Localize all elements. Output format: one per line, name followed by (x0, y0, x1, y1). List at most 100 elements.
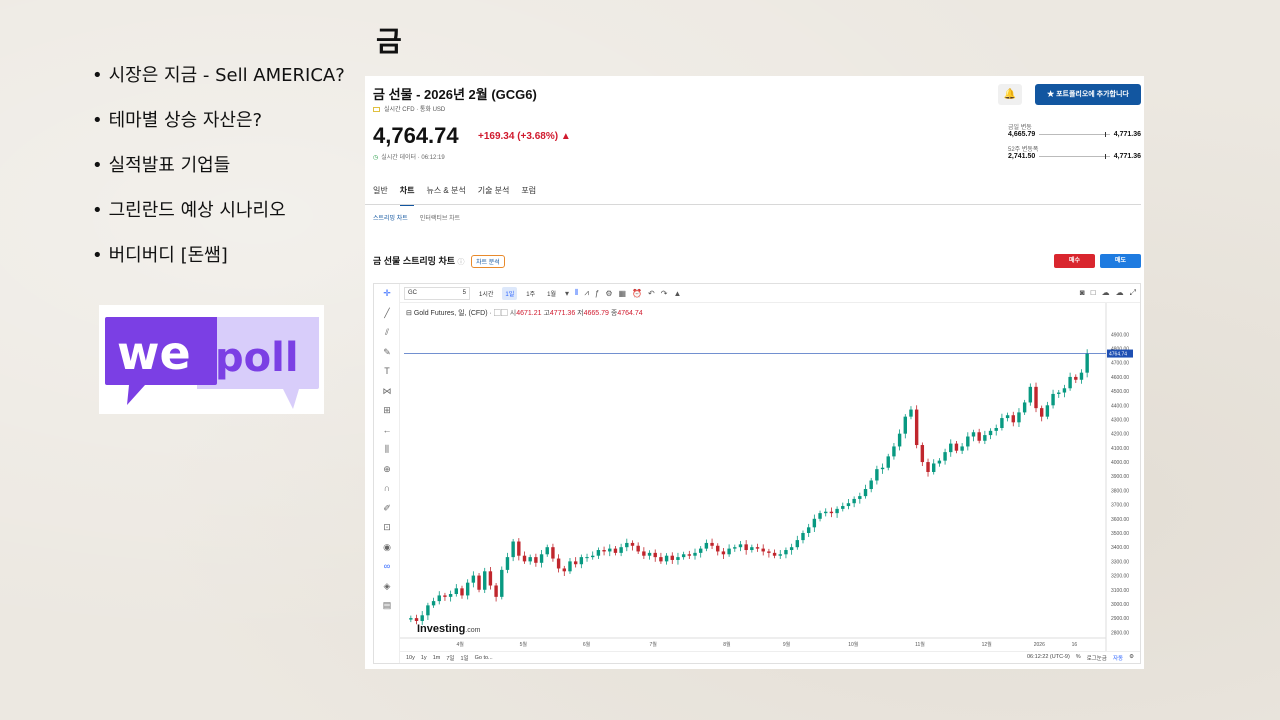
ruler-icon[interactable]: ⊞ (374, 401, 400, 421)
fullscreen-icon[interactable]: ⤢ (1130, 288, 1136, 298)
range-1d[interactable]: 1일 (460, 654, 468, 662)
candle-body (698, 548, 703, 553)
subtab-interactive[interactable]: 인터랙티브 차트 (420, 213, 460, 222)
pattern-icon[interactable]: ⋈ (374, 382, 400, 402)
trendline-icon[interactable]: ╱ (374, 304, 400, 324)
candle-body (1045, 405, 1050, 417)
add-portfolio-button[interactable]: ★ 포트폴리오에 추가합니다 (1035, 84, 1141, 105)
bullet-item: 실적발표 기업들 (92, 152, 345, 197)
undo-icon[interactable]: ↶ (648, 289, 655, 298)
crosshair-icon[interactable]: ✛ (374, 284, 400, 304)
candle-body (477, 575, 481, 590)
tab-general[interactable]: 일반 (373, 185, 388, 206)
candle-body (591, 555, 595, 558)
interval-1h[interactable]: 1시간 (476, 287, 496, 300)
layout-icon[interactable]: □ (1091, 288, 1096, 298)
candle-body (1074, 376, 1078, 380)
x-tick-label: 11월 (915, 641, 925, 648)
chart-analysis-button[interactable]: 차트 분석 (471, 255, 505, 269)
brush-icon[interactable]: ✎ (374, 343, 400, 363)
chart-bottom-bar: 10y 1y 1m 7일 1일 Go to... 06:12:22 (UTC-9… (400, 651, 1140, 663)
candle-body (886, 456, 890, 468)
sell-button[interactable]: 매도 (1100, 254, 1141, 268)
interval-1m[interactable]: 1월 (544, 287, 559, 300)
subtab-streaming[interactable]: 스트리밍 차트 (373, 213, 408, 222)
percent-toggle[interactable]: % (1076, 654, 1081, 662)
zoom-icon[interactable]: ⊕ (374, 460, 400, 480)
chart-settings-icon[interactable]: ⚙ (1129, 654, 1134, 662)
fib-icon[interactable]: ⫽ (374, 323, 400, 343)
rocket-icon[interactable]: ▲ (673, 289, 681, 298)
candle-body (1017, 412, 1021, 423)
candle-body (761, 548, 765, 552)
candle-body (1011, 415, 1015, 423)
week52-range-bar (1039, 154, 1110, 159)
lock-icon[interactable]: ⊡ (374, 518, 400, 538)
symbol-input[interactable]: GC 5 (404, 286, 470, 300)
candle-body (664, 555, 669, 562)
tab-news[interactable]: 뉴스 & 분석 (426, 185, 465, 206)
candle-body (750, 547, 754, 551)
interval-1w[interactable]: 1주 (523, 287, 538, 300)
chart-top-toolbar: GC 5 1시간 1일 1주 1월 ▾ ⫴ ⩘ ƒ ⚙ ▦ ⏰ ↶ ↷ ▲ ◙ □… (400, 284, 1140, 303)
candle-body (914, 409, 919, 446)
candle-body (738, 544, 743, 548)
template-icon[interactable]: ▦ (619, 289, 627, 298)
magnet-icon[interactable]: ∩ (374, 479, 400, 499)
candle-body (460, 588, 464, 596)
measure-icon[interactable]: ⫼ (374, 440, 400, 460)
alert-icon[interactable]: ⏰ (632, 289, 642, 298)
candle-body (755, 547, 760, 549)
log-toggle[interactable]: 로그눈금 (1087, 654, 1107, 662)
candle-body (608, 548, 612, 552)
day-range: 금일 변동 4,665.79 4,771.36 (1008, 125, 1141, 138)
wepoll-logo: we poll (99, 305, 324, 414)
x-tick-label: 2026 (1034, 642, 1045, 648)
buy-button[interactable]: 매수 (1054, 254, 1095, 268)
candle-body (431, 601, 436, 606)
y-tick-label: 2900.00 (1111, 616, 1129, 622)
auto-toggle[interactable]: 자동 (1113, 654, 1123, 662)
investing-watermark: Investing.com (417, 623, 481, 635)
range-1m[interactable]: 1m (433, 655, 441, 661)
x-tick-label: 12월 (982, 641, 993, 648)
goto-date[interactable]: Go to... (475, 655, 493, 661)
indicators-icon[interactable]: ƒ (595, 289, 599, 298)
range-1y[interactable]: 1y (421, 655, 427, 661)
candle-body (409, 618, 413, 620)
settings-gear-icon[interactable]: ⚙ (605, 289, 612, 298)
redo-icon[interactable]: ↷ (661, 289, 668, 298)
pencil-lock-icon[interactable]: ✐ (374, 499, 400, 519)
cloud-save-icon[interactable]: ☁ (1116, 288, 1124, 298)
candle-body (789, 547, 794, 551)
x-tick-label: 4월 (456, 641, 464, 648)
interval-dropdown-icon[interactable]: ▾ (565, 289, 569, 298)
cloud-load-icon[interactable]: ☁ (1102, 288, 1110, 298)
price-chart[interactable]: 2800.00 2900.00 3000.00 3100.00 3200.00 3300.… (400, 303, 1140, 651)
candle-body (693, 552, 697, 556)
link-icon[interactable]: ∞ (374, 557, 400, 577)
range-panel: 금일 변동 4,665.79 4,771.36 52주 변동폭 2,741.50 4… (1008, 122, 1141, 166)
layers-icon[interactable]: ◈ (374, 577, 400, 597)
alert-bell-button[interactable]: 🔔 (998, 84, 1022, 105)
candle-body (483, 571, 487, 590)
tab-forum[interactable]: 포럼 (521, 185, 536, 206)
eye-icon[interactable]: ◉ (374, 538, 400, 558)
range-10y[interactable]: 10y (406, 655, 415, 661)
compare-icon[interactable]: ⩘ (584, 288, 589, 298)
back-arrow-icon[interactable]: ← (374, 421, 400, 441)
candle-body (602, 550, 606, 552)
candle-body (966, 436, 970, 447)
tab-chart[interactable]: 차트 (399, 185, 415, 206)
candles-icon[interactable]: ⫴ (575, 288, 578, 298)
tab-technical[interactable]: 기술 분석 (478, 185, 510, 206)
candle-body (977, 432, 981, 441)
interval-1d[interactable]: 1일 (502, 286, 518, 300)
candle-body (517, 541, 521, 556)
candle-body (1028, 386, 1033, 403)
candle-body (511, 541, 515, 558)
range-7d[interactable]: 7일 (446, 654, 454, 662)
text-icon[interactable]: T (374, 362, 400, 382)
trash-icon[interactable]: ▤ (374, 596, 400, 616)
camera-icon[interactable]: ◙ (1080, 288, 1085, 298)
